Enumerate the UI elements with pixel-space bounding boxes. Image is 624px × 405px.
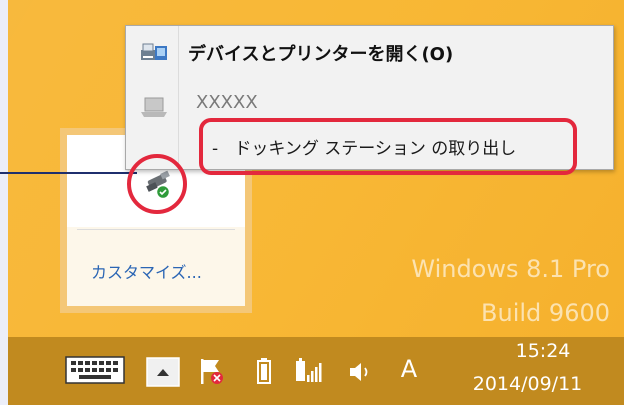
touch-keyboard-icon[interactable] xyxy=(65,356,125,384)
margin-strip xyxy=(0,0,8,405)
mobile-signal-icon[interactable] xyxy=(294,357,322,385)
watermark-build: Build 9600 xyxy=(481,299,610,327)
devices-printers-icon xyxy=(141,43,167,60)
device-name-label: XXXXX xyxy=(196,92,258,113)
input-mode-indicator[interactable]: A xyxy=(396,355,422,389)
callout-pointer-line xyxy=(0,172,137,174)
action-center-flag-icon[interactable] xyxy=(198,356,224,386)
clock-time[interactable]: 15:24 xyxy=(478,340,608,362)
highlight-eject-menu-item xyxy=(199,118,577,175)
show-hidden-icons-button[interactable] xyxy=(146,357,180,387)
customize-link[interactable]: カスタマイズ... xyxy=(91,259,202,283)
battery-icon[interactable] xyxy=(256,357,272,385)
watermark-edition: Windows 8.1 Pro xyxy=(411,255,610,283)
laptop-icon xyxy=(141,97,167,117)
open-devices-label: デバイスとプリンターを開く(O) xyxy=(188,44,454,65)
highlight-usb-icon xyxy=(127,154,187,214)
speaker-volume-icon[interactable] xyxy=(348,361,374,383)
panel-divider xyxy=(77,229,235,230)
clock-date[interactable]: 2014/09/11 xyxy=(440,373,615,395)
menu-item-open-devices-printers[interactable]: デバイスとプリンターを開く(O) xyxy=(126,30,613,70)
